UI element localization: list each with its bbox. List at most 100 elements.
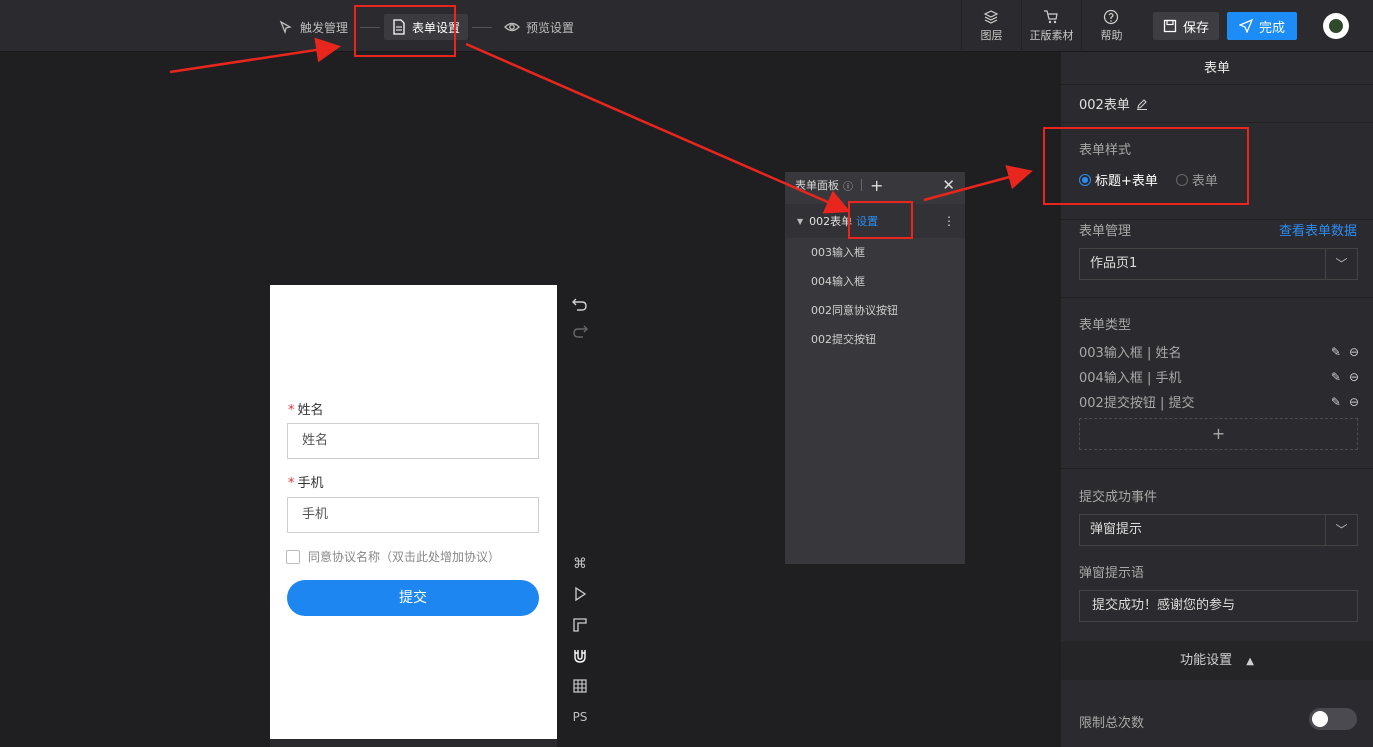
ruler-button[interactable] — [571, 616, 589, 634]
form-type-row: 003输入框 | 姓名 ✎ ⊖ — [1079, 342, 1359, 362]
popup-text-label: 弹窗提示语 — [1079, 566, 1145, 581]
name-label-text: 姓名 — [297, 403, 324, 418]
edit-pencil-icon[interactable]: ✎ — [1331, 345, 1341, 359]
step-separator — [360, 26, 381, 28]
layer-item[interactable]: 002提交按钮 — [785, 325, 965, 354]
remove-circle-icon[interactable]: ⊖ — [1349, 395, 1359, 409]
done-button[interactable]: 完成 — [1226, 12, 1297, 40]
radio-title-form[interactable] — [1079, 173, 1091, 186]
add-layer-icon[interactable]: + — [870, 176, 883, 195]
success-event-select[interactable]: 弹窗提示 ﹀ — [1079, 514, 1358, 546]
toolbar-right: 图层 正版素材 帮助 保存 完成 — [960, 0, 1373, 52]
limit-total-switch[interactable] — [1309, 708, 1357, 730]
group-settings-link[interactable]: 设置 — [856, 213, 878, 229]
phone-label-text: 手机 — [297, 476, 324, 491]
radio-form-only-label[interactable]: 表单 — [1192, 170, 1218, 189]
submit-button[interactable]: 提交 — [287, 580, 539, 616]
chevron-down-icon[interactable]: ﹀ — [1325, 249, 1357, 279]
command-icon: ⌘ — [573, 556, 587, 572]
agreement-checkbox[interactable]: 同意协议名称（双击此处增加协议） — [286, 548, 500, 565]
limit-total-label: 限制总次数 — [1079, 716, 1145, 731]
checkbox-box[interactable] — [286, 549, 300, 564]
form-style-label: 表单样式 — [1079, 143, 1132, 158]
top-bar: 触发管理 表单设置 预览设置 图层 正版素材 帮助 保存 完成 — [0, 0, 1373, 52]
play-button[interactable] — [571, 585, 589, 603]
edit-pencil-icon[interactable]: ✎ — [1331, 395, 1341, 409]
editor-root: 触发管理 表单设置 预览设置 图层 正版素材 帮助 保存 完成 * 姓名 姓名 … — [0, 0, 1373, 747]
layers-button[interactable]: 图层 — [960, 0, 1021, 52]
form-type-text: 002提交按钮 | 提交 — [1079, 396, 1195, 411]
header-divider — [861, 179, 862, 191]
document-icon — [393, 19, 405, 35]
layer-item[interactable]: 004输入框 — [785, 267, 965, 296]
phone-field-label: * 手机 — [288, 472, 324, 491]
avatar[interactable] — [1323, 13, 1349, 39]
licensed-assets-button[interactable]: 正版素材 — [1020, 0, 1081, 52]
form-manage-section: 表单管理 查看表单数据 作品页1 ﹀ — [1061, 220, 1373, 298]
form-style-section: 表单样式 标题+表单 表单 — [1061, 124, 1373, 220]
undo-button[interactable] — [571, 295, 589, 313]
edit-pencil-icon[interactable]: ✎ — [1331, 370, 1341, 384]
save-button[interactable]: 保存 — [1152, 12, 1219, 40]
redo-button[interactable] — [571, 322, 589, 340]
caret-up-icon: ▲ — [1246, 656, 1254, 667]
form-style-options: 标题+表单 表单 — [1079, 170, 1218, 189]
form-manage-label: 表单管理 — [1079, 224, 1132, 239]
canvas-bottom-bar — [270, 739, 557, 747]
step-label: 表单设置 — [412, 20, 461, 35]
save-icon — [1163, 19, 1177, 33]
popup-text-input[interactable]: 提交成功！感谢您的参与 — [1079, 590, 1358, 622]
remove-circle-icon[interactable]: ⊖ — [1349, 345, 1359, 359]
step-preview-settings[interactable]: 预览设置 — [496, 14, 582, 40]
caret-down-icon[interactable]: ▼ — [797, 217, 803, 226]
help-button[interactable]: 帮助 — [1080, 0, 1141, 52]
ps-button[interactable]: PS — [571, 708, 589, 726]
success-event-label: 提交成功事件 — [1079, 490, 1158, 505]
radio-form-only[interactable] — [1175, 173, 1188, 186]
close-icon[interactable]: ✕ — [942, 176, 955, 194]
step-label: 触发管理 — [300, 20, 349, 35]
form-type-row: 002提交按钮 | 提交 ✎ ⊖ — [1079, 392, 1359, 412]
layer-group-name: 002表单 — [809, 215, 853, 228]
phone-input[interactable]: 手机 — [287, 497, 539, 533]
help-icon — [1104, 9, 1119, 25]
required-mark: * — [288, 476, 295, 491]
form-name: 002表单 — [1079, 98, 1130, 113]
layer-group-form[interactable]: ▼ 002表单 设置 ⋮ — [785, 204, 965, 238]
grid-button[interactable] — [571, 677, 589, 695]
name-input[interactable]: 姓名 — [287, 423, 539, 459]
magnet-button[interactable] — [571, 647, 589, 665]
layer-item[interactable]: 002同意协议按钮 — [785, 296, 965, 325]
form-type-text: 003输入框 | 姓名 — [1079, 346, 1182, 361]
page-select[interactable]: 作品页1 ﹀ — [1079, 248, 1358, 280]
edit-pencil-icon[interactable] — [1136, 98, 1148, 110]
cart-icon — [1044, 10, 1059, 24]
chevron-down-icon[interactable]: ﹀ — [1325, 515, 1357, 545]
view-form-data-link[interactable]: 查看表单数据 — [1279, 220, 1357, 239]
function-settings-label: 功能设置 — [1180, 653, 1233, 668]
submit-success-section: 提交成功事件 弹窗提示 ﹀ 弹窗提示语 提交成功！感谢您的参与 — [1061, 486, 1373, 636]
form-preview-canvas[interactable]: * 姓名 姓名 * 手机 手机 同意协议名称（双击此处增加协议） 提交 — [270, 285, 557, 747]
play-icon — [575, 586, 587, 602]
redo-icon — [573, 325, 588, 338]
step-label: 预览设置 — [526, 20, 575, 35]
function-settings-toggle[interactable]: 功能设置 ▲ — [1061, 641, 1373, 680]
add-form-type-button[interactable]: + — [1079, 418, 1358, 450]
success-event-value: 弹窗提示 — [1090, 522, 1143, 537]
layer-item[interactable]: 003输入框 — [785, 238, 965, 267]
shortcut-button[interactable]: ⌘ — [571, 555, 589, 573]
agreement-text: 同意协议名称（双击此处增加协议） — [308, 550, 501, 564]
save-label: 保存 — [1182, 20, 1209, 36]
info-icon[interactable]: ⓘ — [843, 178, 853, 193]
eye-icon — [504, 22, 520, 32]
form-type-section: 表单类型 003输入框 | 姓名 ✎ ⊖ 004输入框 | 手机 ✎ ⊖ 002提交… — [1061, 314, 1373, 469]
radio-title-form-label[interactable]: 标题+表单 — [1095, 170, 1158, 189]
tool-label: 图层 — [980, 29, 1003, 42]
more-vertical-icon[interactable]: ⋮ — [943, 214, 955, 228]
tool-label: 正版素材 — [1029, 29, 1074, 42]
step-trigger-management[interactable]: 触发管理 — [270, 14, 356, 40]
magnet-icon — [574, 650, 586, 663]
form-type-text: 004输入框 | 手机 — [1079, 371, 1182, 386]
remove-circle-icon[interactable]: ⊖ — [1349, 370, 1359, 384]
step-form-settings[interactable]: 表单设置 — [384, 14, 469, 40]
